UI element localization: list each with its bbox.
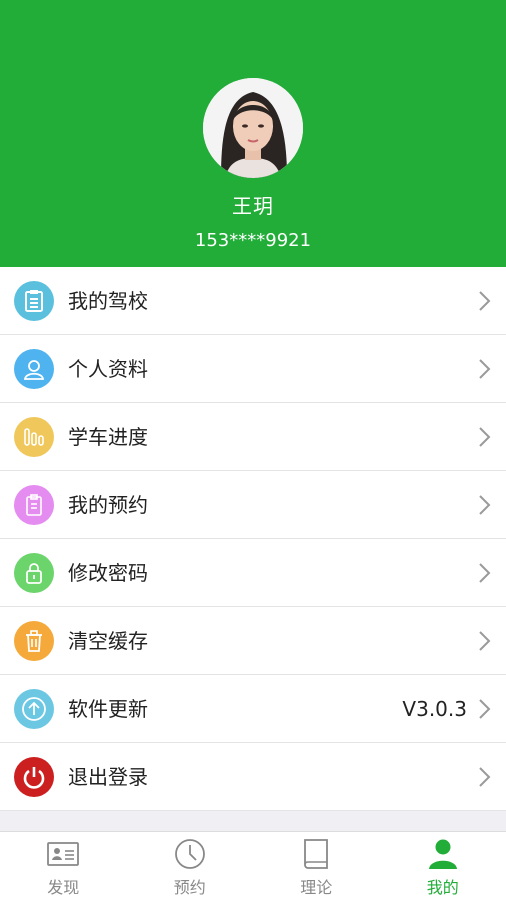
chevron-right-icon bbox=[479, 291, 491, 311]
user-name: 王玥 bbox=[232, 194, 274, 218]
menu-item-label: 我的预约 bbox=[68, 493, 148, 517]
chevron-right-icon bbox=[479, 427, 491, 447]
progress-bars-icon bbox=[14, 417, 54, 457]
power-icon bbox=[14, 757, 54, 797]
tab-discover[interactable]: 发现 bbox=[0, 832, 127, 900]
tab-me[interactable]: 我的 bbox=[380, 832, 506, 900]
person-icon bbox=[14, 349, 54, 389]
menu-item-label: 个人资料 bbox=[68, 357, 148, 381]
menu-item-my-driving-school[interactable]: 我的驾校 bbox=[0, 267, 506, 335]
clipboard-icon bbox=[14, 281, 54, 321]
version-text: V3.0.3 bbox=[402, 697, 467, 721]
menu-item-label: 软件更新 bbox=[68, 697, 148, 721]
upload-arrow-icon bbox=[14, 689, 54, 729]
tab-label: 理论 bbox=[300, 878, 333, 897]
chevron-right-icon bbox=[479, 495, 491, 515]
clock-icon bbox=[174, 839, 205, 869]
tab-label: 我的 bbox=[426, 878, 459, 897]
menu-item-clear-cache[interactable]: 清空缓存 bbox=[0, 607, 506, 675]
menu-item-label: 学车进度 bbox=[68, 425, 148, 449]
lock-icon bbox=[14, 553, 54, 593]
menu-item-software-update[interactable]: 软件更新 V3.0.3 bbox=[0, 675, 506, 743]
menu-item-label: 清空缓存 bbox=[68, 629, 148, 653]
menu-item-label: 修改密码 bbox=[68, 561, 148, 585]
user-icon bbox=[428, 839, 457, 869]
menu-item-label: 我的驾校 bbox=[68, 289, 148, 313]
profile-header: 王玥 153****9921 bbox=[0, 0, 506, 267]
menu-item-change-password[interactable]: 修改密码 bbox=[0, 539, 506, 607]
menu-item-learning-progress[interactable]: 学车进度 bbox=[0, 403, 506, 471]
menu-item-personal-info[interactable]: 个人资料 bbox=[0, 335, 506, 403]
chevron-right-icon bbox=[479, 563, 491, 583]
menu-item-my-appointments[interactable]: 我的预约 bbox=[0, 471, 506, 539]
chevron-right-icon bbox=[479, 699, 491, 719]
settings-menu: 我的驾校 个人资料 学车进度 我的预约 修改密码 清空缓存 软件更新 V3.0.… bbox=[0, 267, 506, 811]
tab-theory[interactable]: 理论 bbox=[253, 832, 380, 900]
menu-item-logout[interactable]: 退出登录 bbox=[0, 743, 506, 811]
tab-label: 预约 bbox=[173, 878, 206, 897]
avatar[interactable] bbox=[203, 78, 303, 178]
tab-label: 发现 bbox=[47, 878, 80, 897]
chevron-right-icon bbox=[479, 359, 491, 379]
chevron-right-icon bbox=[479, 631, 491, 651]
bottom-tab-bar: 发现 预约 理论 我的 bbox=[0, 831, 506, 900]
trash-icon bbox=[14, 621, 54, 661]
book-icon bbox=[304, 839, 329, 869]
appointment-icon bbox=[14, 485, 54, 525]
tab-appointment[interactable]: 预约 bbox=[127, 832, 254, 900]
chevron-right-icon bbox=[479, 767, 491, 787]
user-phone: 153****9921 bbox=[194, 230, 312, 251]
menu-item-label: 退出登录 bbox=[68, 765, 148, 789]
id-card-icon bbox=[47, 842, 80, 866]
